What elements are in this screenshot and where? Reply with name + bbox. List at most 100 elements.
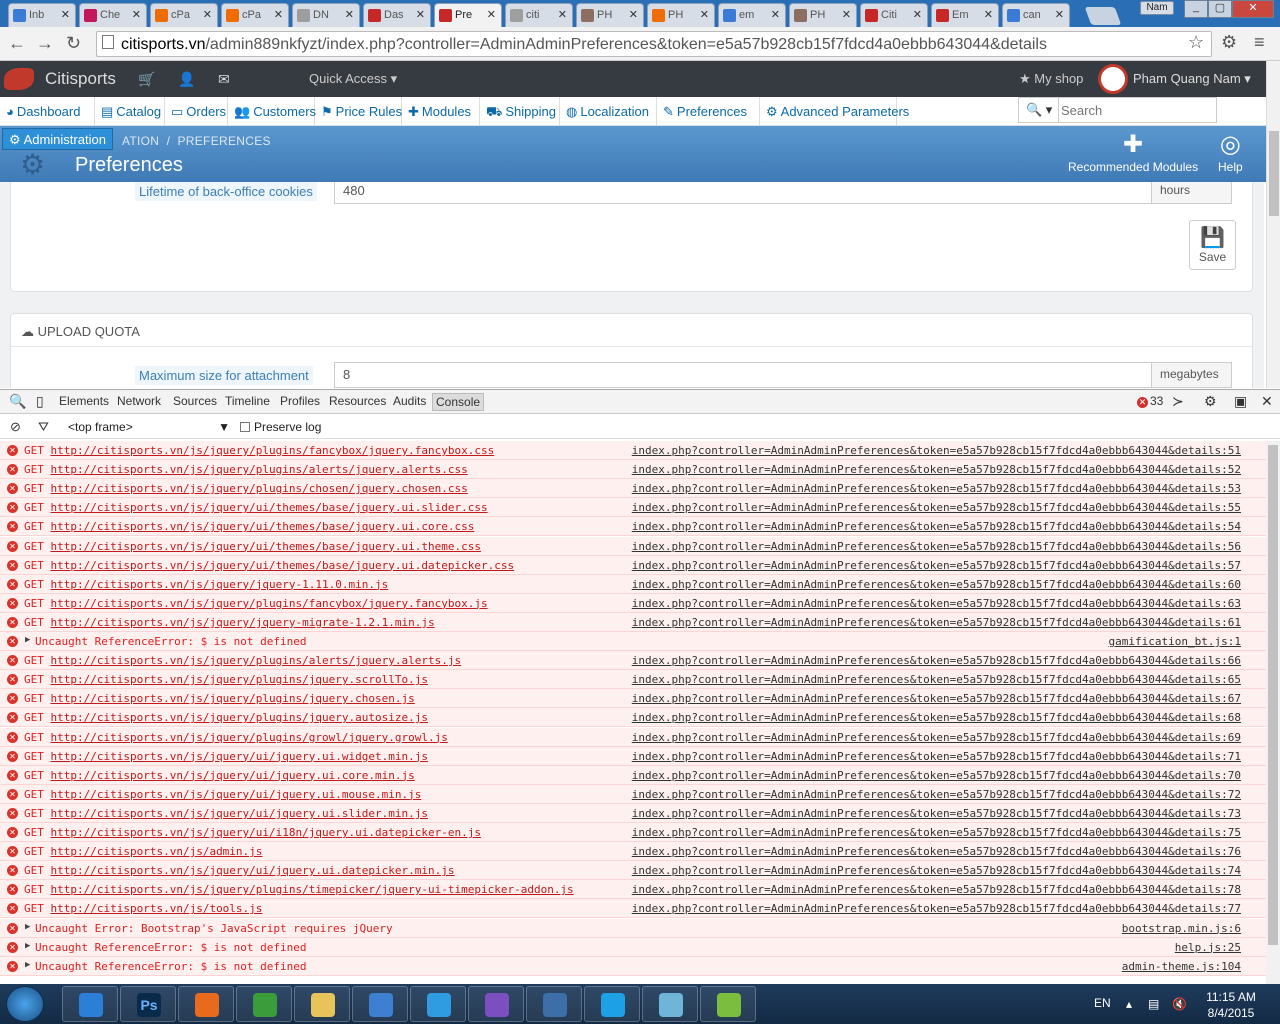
save-button[interactable]: 💾 Save (1189, 220, 1236, 270)
taskbar-app-internet-explorer[interactable] (62, 986, 118, 1022)
back-icon[interactable]: ← (8, 33, 26, 54)
forward-icon[interactable]: → (36, 33, 54, 54)
request-url[interactable]: http://citisports.vn/js/jquery/jquery-1.… (51, 578, 389, 591)
tab-close-icon[interactable]: ✕ (558, 8, 567, 21)
devtools-tab-timeline[interactable]: Timeline (225, 394, 270, 408)
inspect-icon[interactable]: 🔍 (9, 393, 26, 410)
source-link[interactable]: index.php?controller=AdminAdminPreferenc… (632, 444, 1241, 457)
error-counter[interactable]: ✕ 33 (1137, 394, 1163, 408)
tab-close-icon[interactable]: ✕ (1055, 8, 1064, 21)
recommended-modules-button[interactable]: ✚ Recommended Modules (1068, 130, 1198, 174)
source-link[interactable]: index.php?controller=AdminAdminPreferenc… (632, 711, 1241, 724)
avatar[interactable] (1098, 64, 1128, 94)
bookmark-star-icon[interactable]: ☆ (1188, 32, 1204, 53)
page-scrollbar[interactable] (1266, 61, 1280, 388)
request-url[interactable]: http://citisports.vn/js/jquery/plugins/a… (51, 463, 468, 476)
search-scope-button[interactable]: 🔍 ▾ (1019, 98, 1059, 122)
source-link[interactable]: index.php?controller=AdminAdminPreferenc… (632, 731, 1241, 744)
source-link[interactable]: index.php?controller=AdminAdminPreferenc… (632, 750, 1241, 763)
tab-close-icon[interactable]: ✕ (700, 8, 709, 21)
menu-item-advanced-parameters[interactable]: ⚙ Advanced Parameters (760, 97, 909, 125)
settings-icon[interactable]: ⚙ (1204, 393, 1217, 410)
request-url[interactable]: http://citisports.vn/js/jquery/ui/jquery… (51, 807, 429, 820)
tab-close-icon[interactable]: ✕ (771, 8, 780, 21)
tab-close-icon[interactable]: ✕ (345, 8, 354, 21)
url-input[interactable]: citisports.vn/admin889nkfyzt/index.php?c… (96, 31, 1212, 57)
browser-tab[interactable]: Pre ✕ (434, 3, 502, 27)
tab-close-icon[interactable]: ✕ (984, 8, 993, 21)
taskbar-app-app-chart[interactable] (700, 986, 756, 1022)
devtools-tab-profiles[interactable]: Profiles (280, 394, 320, 408)
scrollbar-thumb[interactable] (1269, 131, 1279, 216)
mail-icon[interactable]: ✉ (218, 71, 230, 88)
help-button[interactable]: ◎ Help (1218, 130, 1243, 174)
source-link[interactable]: index.php?controller=AdminAdminPreferenc… (632, 463, 1241, 476)
tab-close-icon[interactable]: ✕ (629, 8, 638, 21)
source-link[interactable]: index.php?controller=AdminAdminPreferenc… (632, 540, 1241, 553)
tab-close-icon[interactable]: ✕ (132, 8, 141, 21)
menu-item-preferences[interactable]: ✎ Preferences (657, 97, 760, 125)
cart-icon[interactable]: 🛒 (138, 71, 155, 88)
source-link[interactable]: index.php?controller=AdminAdminPreferenc… (632, 788, 1241, 801)
request-url[interactable]: http://citisports.vn/js/jquery/ui/i18n/j… (51, 826, 481, 839)
cookie-lifetime-input[interactable]: 480 (334, 182, 1152, 204)
network-icon[interactable]: ▤ (1148, 997, 1159, 1011)
language-indicator[interactable]: EN (1094, 996, 1111, 1010)
devtools-tab-resources[interactable]: Resources (329, 394, 386, 408)
user-icon[interactable]: 👤 (178, 71, 195, 88)
request-url[interactable]: http://citisports.vn/js/jquery/plugins/c… (51, 482, 468, 495)
request-url[interactable]: http://citisports.vn/js/jquery/plugins/t… (51, 883, 574, 896)
volume-muted-icon[interactable]: 🔇 (1172, 997, 1187, 1011)
devtools-tab-sources[interactable]: Sources (173, 394, 217, 408)
menu-item-customers[interactable]: 👥 Customers (228, 97, 316, 125)
request-url[interactable]: http://citisports.vn/js/jquery/ui/jquery… (51, 769, 415, 782)
clock[interactable]: 11:15 AM 8/4/2015 (1196, 989, 1266, 1021)
browser-tab[interactable]: Citi ✕ (860, 3, 928, 27)
browser-tab[interactable]: Inb ✕ (8, 3, 76, 27)
browser-tab[interactable]: Em ✕ (931, 3, 999, 27)
source-link[interactable]: help.js:25 (1175, 941, 1241, 954)
request-url[interactable]: http://citisports.vn/js/tools.js (51, 902, 263, 915)
request-url[interactable]: http://citisports.vn/js/jquery/plugins/j… (51, 692, 415, 705)
menu-item-dashboard[interactable]: ◕ Dashboard (0, 97, 95, 125)
reload-icon[interactable]: ↻ (66, 33, 81, 54)
extension-icon[interactable]: ⚙ (1221, 32, 1237, 53)
window-close-button[interactable]: ✕ (1232, 0, 1274, 18)
device-mode-icon[interactable]: ▯ (36, 393, 44, 410)
browser-tab[interactable]: citi ✕ (505, 3, 573, 27)
source-link[interactable]: admin-theme.js:104 (1122, 960, 1241, 973)
source-link[interactable]: index.php?controller=AdminAdminPreferenc… (632, 616, 1241, 629)
source-link[interactable]: index.php?controller=AdminAdminPreferenc… (632, 769, 1241, 782)
chrome-menu-icon[interactable]: ≡ (1254, 32, 1265, 53)
scrollbar-thumb[interactable] (1268, 445, 1278, 945)
taskbar-app-file-explorer[interactable] (294, 986, 350, 1022)
shop-name[interactable]: Citisports (45, 69, 116, 89)
request-url[interactable]: http://citisports.vn/js/jquery/plugins/j… (51, 673, 429, 686)
browser-tab[interactable]: cPa ✕ (150, 3, 218, 27)
source-link[interactable]: index.php?controller=AdminAdminPreferenc… (632, 559, 1241, 572)
source-link[interactable]: index.php?controller=AdminAdminPreferenc… (632, 597, 1241, 610)
taskbar-app-word[interactable] (352, 986, 408, 1022)
search-input[interactable] (1061, 100, 1211, 120)
source-link[interactable]: index.php?controller=AdminAdminPreferenc… (632, 864, 1241, 877)
taskbar-app-chrome[interactable] (236, 986, 292, 1022)
expand-icon[interactable]: ▶ (25, 635, 30, 645)
browser-tab[interactable]: em ✕ (718, 3, 786, 27)
request-url[interactable]: http://citisports.vn/js/jquery/plugins/g… (51, 731, 448, 744)
source-link[interactable]: gamification_bt.js:1 (1109, 635, 1241, 648)
drawer-icon[interactable]: ≻ (1172, 393, 1184, 410)
source-link[interactable]: index.php?controller=AdminAdminPreferenc… (632, 692, 1241, 705)
request-url[interactable]: http://citisports.vn/js/jquery/ui/themes… (51, 540, 481, 553)
browser-tab[interactable]: can ✕ (1002, 3, 1070, 27)
employee-menu[interactable]: Pham Quang Nam ▾ (1133, 71, 1251, 87)
source-link[interactable]: index.php?controller=AdminAdminPreferenc… (632, 673, 1241, 686)
expand-icon[interactable]: ▶ (25, 922, 30, 932)
taskbar-app-firefox[interactable] (178, 986, 234, 1022)
request-url[interactable]: http://citisports.vn/js/jquery/ui/themes… (51, 501, 488, 514)
minimize-button[interactable]: _ (1184, 0, 1208, 18)
menu-item-catalog[interactable]: ▤ Catalog (95, 97, 165, 125)
taskbar-app-photoshop[interactable]: Ps (120, 986, 176, 1022)
menu-item-orders[interactable]: ▭ Orders (165, 97, 228, 125)
logo-icon[interactable] (4, 68, 34, 90)
quick-access-dropdown[interactable]: Quick Access ▾ (309, 71, 397, 87)
